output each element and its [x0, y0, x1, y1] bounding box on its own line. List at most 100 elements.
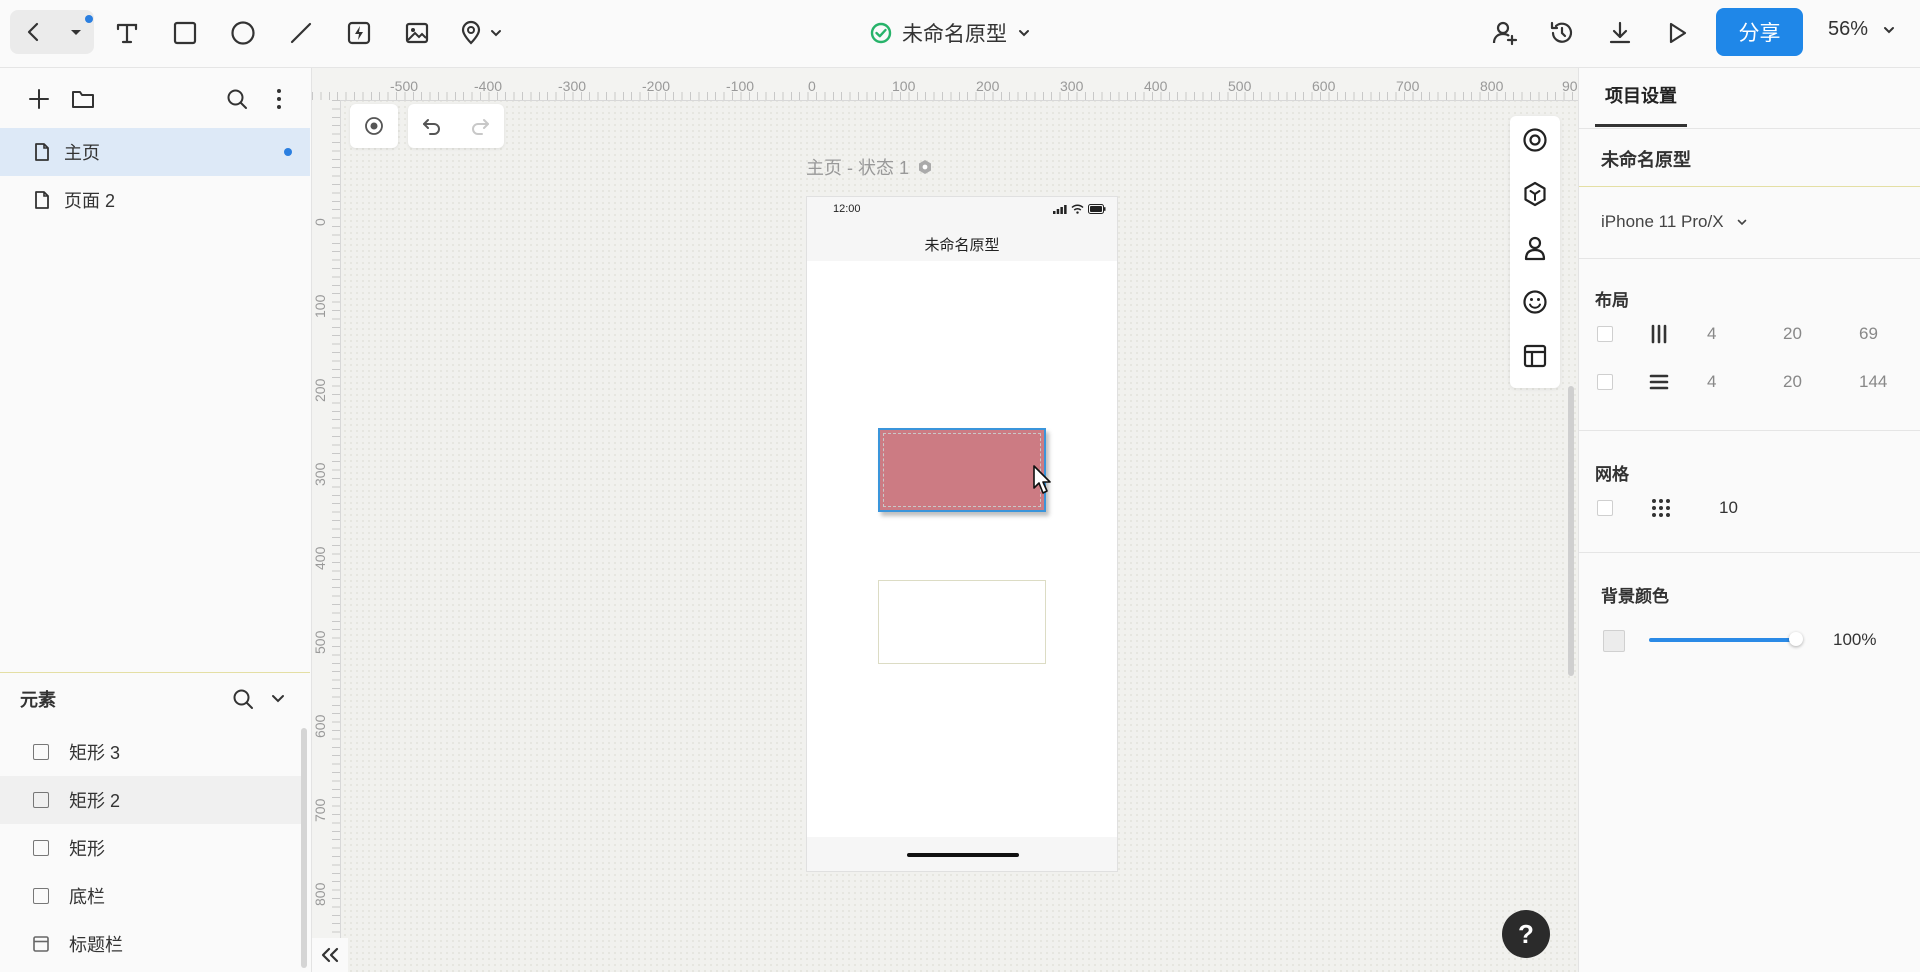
ruler-label: 700 [1396, 78, 1420, 94]
mouse-cursor-icon [1033, 465, 1051, 494]
invite-user-icon[interactable] [1490, 18, 1520, 48]
line-tool-icon[interactable] [286, 18, 316, 48]
phone-artboard[interactable]: 12:00 未命名原型 [806, 196, 1118, 872]
image-tool-icon[interactable] [402, 18, 432, 48]
search-icon[interactable] [232, 688, 254, 710]
share-button[interactable]: 分享 [1716, 8, 1803, 56]
divider [1579, 128, 1920, 129]
element-checkbox[interactable] [33, 792, 49, 808]
selected-rectangle[interactable] [878, 428, 1046, 512]
element-checkbox[interactable] [33, 744, 49, 760]
add-folder-icon[interactable] [70, 86, 96, 112]
settings-hex-icon[interactable] [917, 159, 933, 175]
rows-height[interactable]: 144 [1859, 372, 1887, 392]
collapse-panel-button[interactable] [312, 938, 348, 972]
columns-icon [1651, 324, 1667, 344]
state-label[interactable]: 主页 - 状态 1 [806, 154, 933, 180]
rows-count[interactable]: 4 [1707, 372, 1716, 392]
element-item-title-bar[interactable]: 标题栏 [0, 920, 302, 968]
layout-template-icon[interactable] [1521, 342, 1549, 370]
grid-checkbox[interactable] [1597, 500, 1613, 516]
page-label: 页面 2 [64, 191, 116, 211]
element-label: 标题栏 [69, 935, 123, 955]
ruler-label: 300 [312, 462, 328, 486]
layout-columns-checkbox[interactable] [1597, 326, 1613, 342]
back-menu-button[interactable] [10, 10, 94, 54]
chevron-down-icon [1884, 26, 1895, 33]
opacity-value[interactable]: 100% [1833, 630, 1876, 650]
page-item-home[interactable]: 主页 [0, 128, 310, 176]
current-page-dot [284, 148, 292, 156]
add-page-icon[interactable] [26, 86, 52, 112]
columns-count[interactable]: 4 [1707, 324, 1716, 344]
zoom-dropdown[interactable]: 56% [1828, 18, 1896, 41]
element-item-rect[interactable]: 矩形 [0, 824, 302, 872]
divider [1579, 430, 1920, 431]
text-tool-icon[interactable] [112, 18, 142, 48]
saved-check-icon [870, 22, 892, 44]
vertical-ruler: 0 100 200 300 400 500 600 700 800 900 [312, 100, 341, 972]
layout-rows-checkbox[interactable] [1597, 374, 1613, 390]
emoji-icon[interactable] [1521, 288, 1549, 316]
target-icon[interactable] [1521, 126, 1549, 154]
chevron-down-icon[interactable] [270, 691, 286, 707]
background-color-swatch[interactable] [1603, 630, 1625, 652]
chevron-left-icon[interactable] [22, 20, 46, 44]
ruler-label: 90 [1562, 78, 1578, 94]
elements-panel-header: 元素 [0, 672, 310, 724]
page-label: 主页 [64, 143, 100, 163]
redo-icon[interactable] [469, 115, 491, 137]
empty-rectangle[interactable] [878, 580, 1046, 664]
caret-down-icon[interactable] [68, 24, 84, 40]
chevron-down-icon[interactable] [488, 18, 504, 48]
ruler-label: 200 [312, 378, 328, 402]
search-icon[interactable] [224, 86, 250, 112]
title-bar-icon [33, 936, 49, 952]
opacity-slider-handle[interactable] [1789, 632, 1803, 646]
location-pin-icon[interactable] [456, 18, 486, 48]
ruler-label: 100 [312, 294, 328, 318]
background-color-title: 背景颜色 [1601, 587, 1669, 606]
download-icon[interactable] [1605, 18, 1635, 48]
opacity-slider[interactable] [1649, 638, 1797, 642]
user-icon[interactable] [1521, 234, 1549, 262]
ruler-label: 400 [312, 546, 328, 570]
ruler-label: 500 [312, 630, 328, 654]
element-checkbox[interactable] [33, 840, 49, 856]
design-canvas[interactable]: -500 -400 -300 -200 -100 0 100 200 300 4… [312, 68, 1578, 972]
wifi-icon [1071, 204, 1084, 214]
component-tools-panel [1510, 116, 1560, 388]
history-icon[interactable] [1547, 18, 1577, 48]
element-item-bottom-bar[interactable]: 底栏 [0, 872, 302, 920]
device-dropdown[interactable]: iPhone 11 Pro/X [1601, 212, 1748, 232]
zoom-level: 56% [1828, 18, 1869, 40]
element-checkbox[interactable] [33, 888, 49, 904]
double-chevron-left-icon [321, 947, 339, 963]
element-item-rect-3[interactable]: 矩形 3 [0, 728, 302, 776]
component-cube-icon[interactable] [1521, 180, 1549, 208]
rectangle-tool-icon[interactable] [170, 18, 200, 48]
help-button[interactable]: ? [1502, 910, 1550, 958]
play-preview-icon[interactable] [1662, 18, 1692, 48]
top-toolbar: 未命名原型 分享 56% [0, 0, 1920, 68]
element-item-rect-2[interactable]: 矩形 2 [0, 776, 302, 824]
rows-gutter[interactable]: 20 [1783, 372, 1802, 392]
page-item-page-2[interactable]: 页面 2 [0, 176, 310, 224]
document-title-dropdown[interactable]: 未命名原型 [870, 16, 1031, 50]
target-button[interactable] [350, 104, 398, 148]
ruler-label: -500 [390, 78, 419, 94]
canvas-scrollbar[interactable] [1568, 386, 1574, 676]
more-vertical-icon[interactable] [266, 86, 292, 112]
project-name[interactable]: 未命名原型 [1601, 146, 1691, 172]
columns-width[interactable]: 69 [1859, 324, 1878, 344]
state-label-text: 主页 - 状态 1 [806, 158, 910, 178]
undo-icon[interactable] [421, 115, 443, 137]
hotspot-tool-icon[interactable] [344, 18, 374, 48]
tab-project-settings[interactable]: 项目设置 [1605, 82, 1677, 108]
project-settings-panel: 项目设置 未命名原型 iPhone 11 Pro/X 布局 4 20 69 4 … [1578, 68, 1920, 972]
elements-scrollbar[interactable] [301, 728, 307, 968]
ellipse-tool-icon[interactable] [228, 18, 258, 48]
layout-title: 布局 [1595, 291, 1629, 310]
columns-gutter[interactable]: 20 [1783, 324, 1802, 344]
grid-size[interactable]: 10 [1719, 498, 1738, 518]
